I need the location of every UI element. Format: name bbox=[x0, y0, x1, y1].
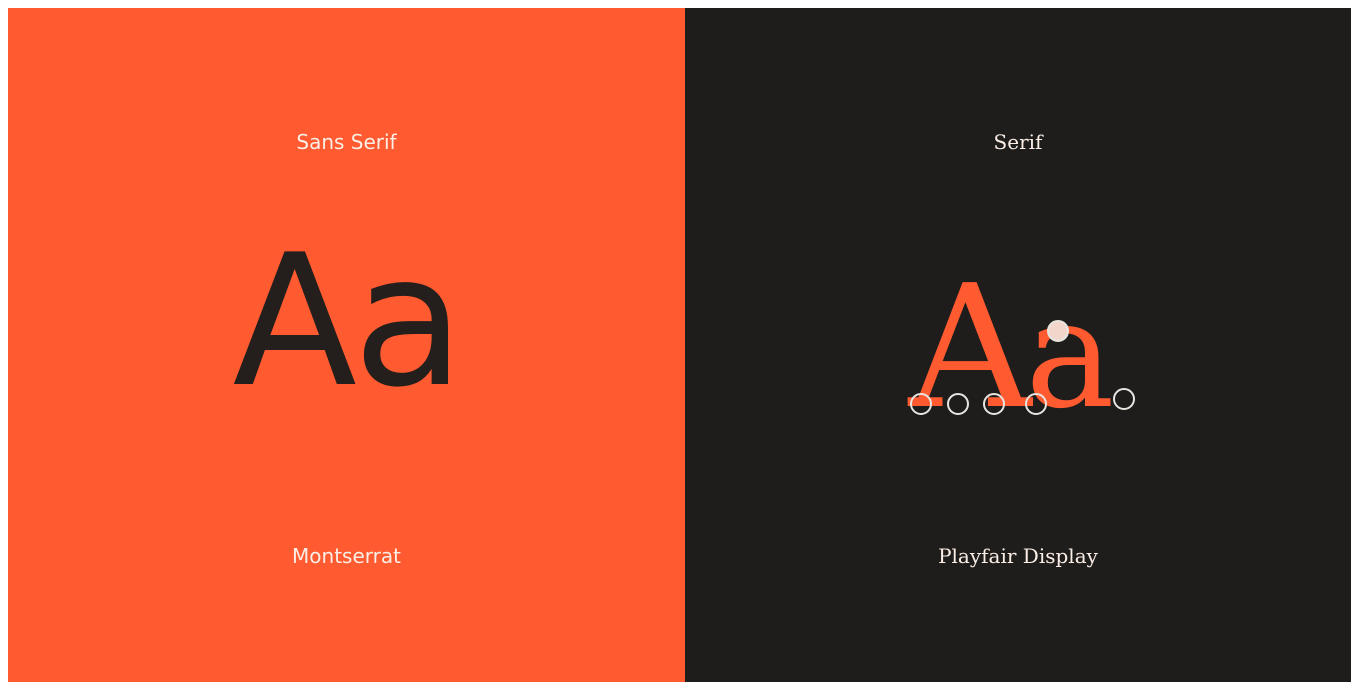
serif-ball-terminal-marker bbox=[1047, 320, 1069, 342]
sans-serif-category-label: Sans Serif bbox=[296, 130, 397, 154]
sans-serif-specimen: Aa bbox=[232, 215, 464, 427]
serif-marker-circle bbox=[1113, 388, 1135, 410]
sans-serif-font-name: Montserrat bbox=[292, 544, 401, 568]
typeface-comparison: Sans Serif Aa Montserrat Serif A a Playf… bbox=[8, 8, 1351, 682]
serif-specimen-capital-a: A bbox=[908, 249, 1034, 447]
sans-serif-panel: Sans Serif Aa Montserrat bbox=[8, 8, 685, 682]
serif-specimen-illustration: A a bbox=[908, 249, 1135, 447]
serif-font-name: Playfair Display bbox=[938, 544, 1098, 568]
serif-panel: Serif A a Playfair Display bbox=[685, 8, 1351, 682]
serif-specimen-lowercase-a: a bbox=[1025, 268, 1114, 442]
